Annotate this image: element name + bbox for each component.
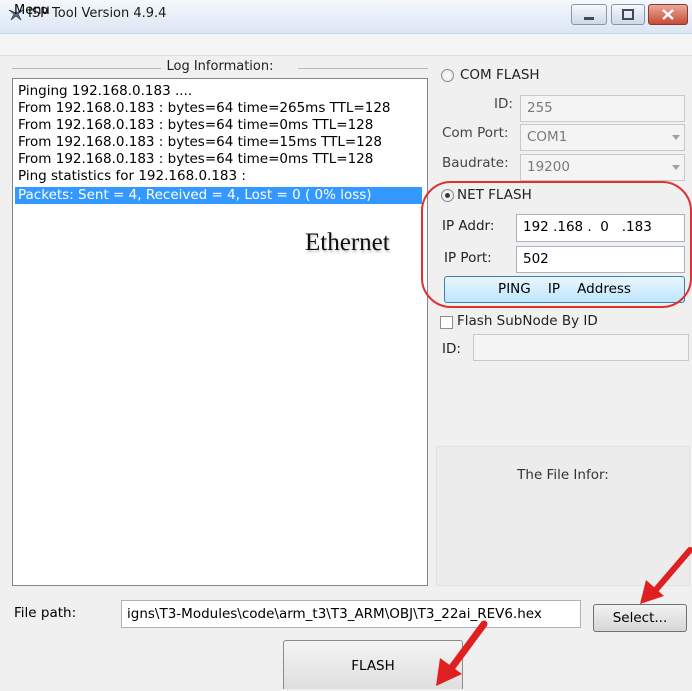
log-line[interactable]: From 192.168.0.183 : bytes=64 time=265ms… xyxy=(18,100,391,117)
com-port-label: Com Port: xyxy=(442,125,509,141)
menu-item-menu[interactable]: Menu xyxy=(14,3,50,18)
com-port-dropdown[interactable]: COM1 xyxy=(520,124,685,151)
maximize-icon xyxy=(622,9,634,20)
com-id-field[interactable]: 255 xyxy=(520,95,685,122)
flash-subnode-label: Flash SubNode By ID xyxy=(457,313,598,329)
red-arrow-icon xyxy=(436,620,488,686)
log-listbox[interactable]: Pinging 192.168.0.183 .... From 192.168.… xyxy=(12,78,428,586)
red-arrow-icon xyxy=(640,547,692,604)
file-path-field[interactable]: igns\T3-Modules\code\arm_t3\T3_ARM\OBJ\T… xyxy=(121,600,581,628)
baudrate-dropdown[interactable]: 19200 xyxy=(520,154,685,181)
com-port-value: COM1 xyxy=(527,129,568,145)
log-line[interactable]: Pinging 192.168.0.183 .... xyxy=(18,83,192,100)
com-flash-radio[interactable] xyxy=(441,69,454,82)
subnode-id-label: ID: xyxy=(442,341,461,357)
menu-bar xyxy=(0,34,692,56)
subnode-id-field[interactable] xyxy=(473,334,689,361)
chevron-down-icon xyxy=(672,135,680,140)
file-info-title: The File Infor: xyxy=(517,467,609,483)
log-line[interactable]: From 192.168.0.183 : bytes=64 time=0ms T… xyxy=(18,151,373,168)
chevron-down-icon xyxy=(672,165,680,170)
close-icon xyxy=(662,9,674,20)
log-group-header: Log Information: xyxy=(12,58,428,78)
log-line[interactable]: Ping statistics for 192.168.0.183 : xyxy=(18,168,246,185)
flash-subnode-checkbox[interactable] xyxy=(440,316,453,329)
maximize-button[interactable] xyxy=(611,4,645,25)
log-line-selected[interactable]: Packets: Sent = 4, Received = 4, Lost = … xyxy=(15,187,422,204)
log-title: Log Information: xyxy=(12,59,428,74)
log-line[interactable]: From 192.168.0.183 : bytes=64 time=0ms T… xyxy=(18,117,373,134)
select-file-button[interactable]: Select... xyxy=(593,604,687,632)
minimize-button[interactable] xyxy=(571,4,607,25)
highlight-oval xyxy=(421,181,692,308)
com-flash-label: COM FLASH xyxy=(460,67,540,83)
com-id-label: ID: xyxy=(494,96,513,112)
log-line[interactable]: From 192.168.0.183 : bytes=64 time=15ms … xyxy=(18,134,382,151)
close-button[interactable] xyxy=(648,4,688,25)
ethernet-annotation: Ethernet xyxy=(305,229,390,256)
baudrate-label: Baudrate: xyxy=(442,155,509,171)
minimize-icon xyxy=(584,17,594,20)
baudrate-value: 19200 xyxy=(527,159,570,175)
file-path-label: File path: xyxy=(14,605,77,621)
